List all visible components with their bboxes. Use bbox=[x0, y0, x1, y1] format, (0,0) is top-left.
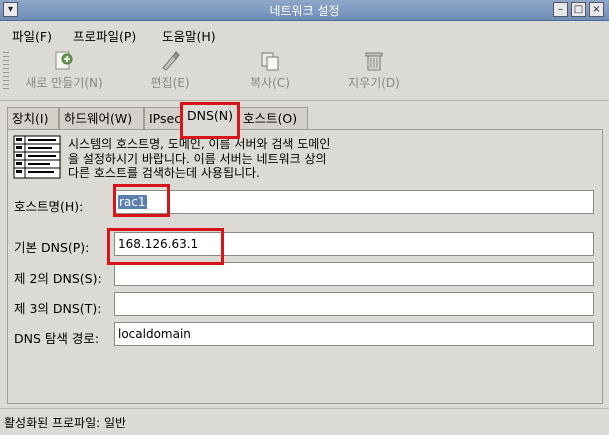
delete-button[interactable]: 지우기(D) bbox=[338, 50, 410, 91]
close-icon[interactable]: × bbox=[589, 2, 604, 17]
status-text: 활성화된 프로파일: 일반 bbox=[4, 416, 127, 430]
new-icon bbox=[55, 51, 73, 70]
copy-icon bbox=[261, 52, 279, 71]
tab-hosts[interactable]: 호스트(O) bbox=[238, 107, 308, 129]
menu-file[interactable]: 파일(F) bbox=[12, 26, 52, 45]
dns-table-icon bbox=[13, 135, 61, 179]
window-title: 네트워크 설정 bbox=[269, 4, 340, 18]
tertiary-dns-label: 제 3의 DNS(T): bbox=[14, 301, 102, 316]
tab-hardware[interactable]: 하드웨어(W) bbox=[59, 107, 144, 129]
search-path-label: DNS 탐색 경로: bbox=[14, 331, 100, 346]
edit-button[interactable]: 편집(E) bbox=[140, 50, 200, 91]
new-label: 새로 만들기(N) bbox=[25, 76, 103, 90]
tab-dns[interactable]: DNS(N) bbox=[182, 104, 238, 131]
hostname-input[interactable]: rac1 bbox=[114, 190, 594, 214]
title-bar[interactable]: 네트워크 설정 ▾ – □ × bbox=[0, 0, 609, 21]
description-line: 시스템의 호스트명, 도메인, 이름 서버와 검색 도메인 bbox=[68, 137, 331, 151]
toolbar-grip[interactable] bbox=[3, 52, 9, 92]
search-path-input[interactable]: localdomain bbox=[114, 322, 594, 346]
window-menu-icon[interactable]: ▾ bbox=[3, 2, 18, 17]
trash-icon bbox=[365, 52, 383, 71]
tab-ipsec[interactable]: IPsec bbox=[144, 107, 182, 129]
toolbar: 새로 만들기(N) 편집(E) 복사(C) 지우기(D) bbox=[0, 46, 609, 101]
hostname-value: rac1 bbox=[118, 195, 147, 209]
hostname-label: 호스트명(H): bbox=[14, 199, 84, 214]
menu-bar: 파일(F) 프로파일(P) 도움말(H) bbox=[0, 21, 609, 45]
minimize-icon[interactable]: – bbox=[553, 2, 568, 17]
primary-dns-input[interactable]: 168.126.63.1 bbox=[114, 232, 594, 256]
dns-description: 시스템의 호스트명, 도메인, 이름 서버와 검색 도메인 을 설정하시기 바랍… bbox=[68, 137, 468, 181]
description-line: 을 설정하시기 바랍니다. 이름 서버는 네트워크 상의 bbox=[68, 151, 327, 166]
status-bar: 활성화된 프로파일: 일반 bbox=[0, 408, 609, 435]
edit-label: 편집(E) bbox=[150, 76, 190, 90]
copy-label: 복사(C) bbox=[250, 76, 290, 90]
tab-devices[interactable]: 장치(I) bbox=[7, 107, 59, 129]
edit-icon bbox=[162, 51, 180, 71]
menu-help[interactable]: 도움말(H) bbox=[162, 26, 216, 45]
maximize-icon[interactable]: □ bbox=[571, 2, 586, 17]
copy-button[interactable]: 복사(C) bbox=[240, 50, 300, 91]
menu-profile[interactable]: 프로파일(P) bbox=[73, 26, 136, 45]
secondary-dns-input[interactable] bbox=[114, 262, 594, 286]
delete-label: 지우기(D) bbox=[348, 76, 400, 90]
description-line: 다른 호스트를 검색하는데 사용됩니다. bbox=[68, 166, 260, 180]
primary-dns-label: 기본 DNS(P): bbox=[14, 240, 90, 255]
secondary-dns-label: 제 2의 DNS(S): bbox=[14, 271, 102, 286]
tertiary-dns-input[interactable] bbox=[114, 292, 594, 316]
new-button[interactable]: 새로 만들기(N) bbox=[18, 50, 110, 91]
